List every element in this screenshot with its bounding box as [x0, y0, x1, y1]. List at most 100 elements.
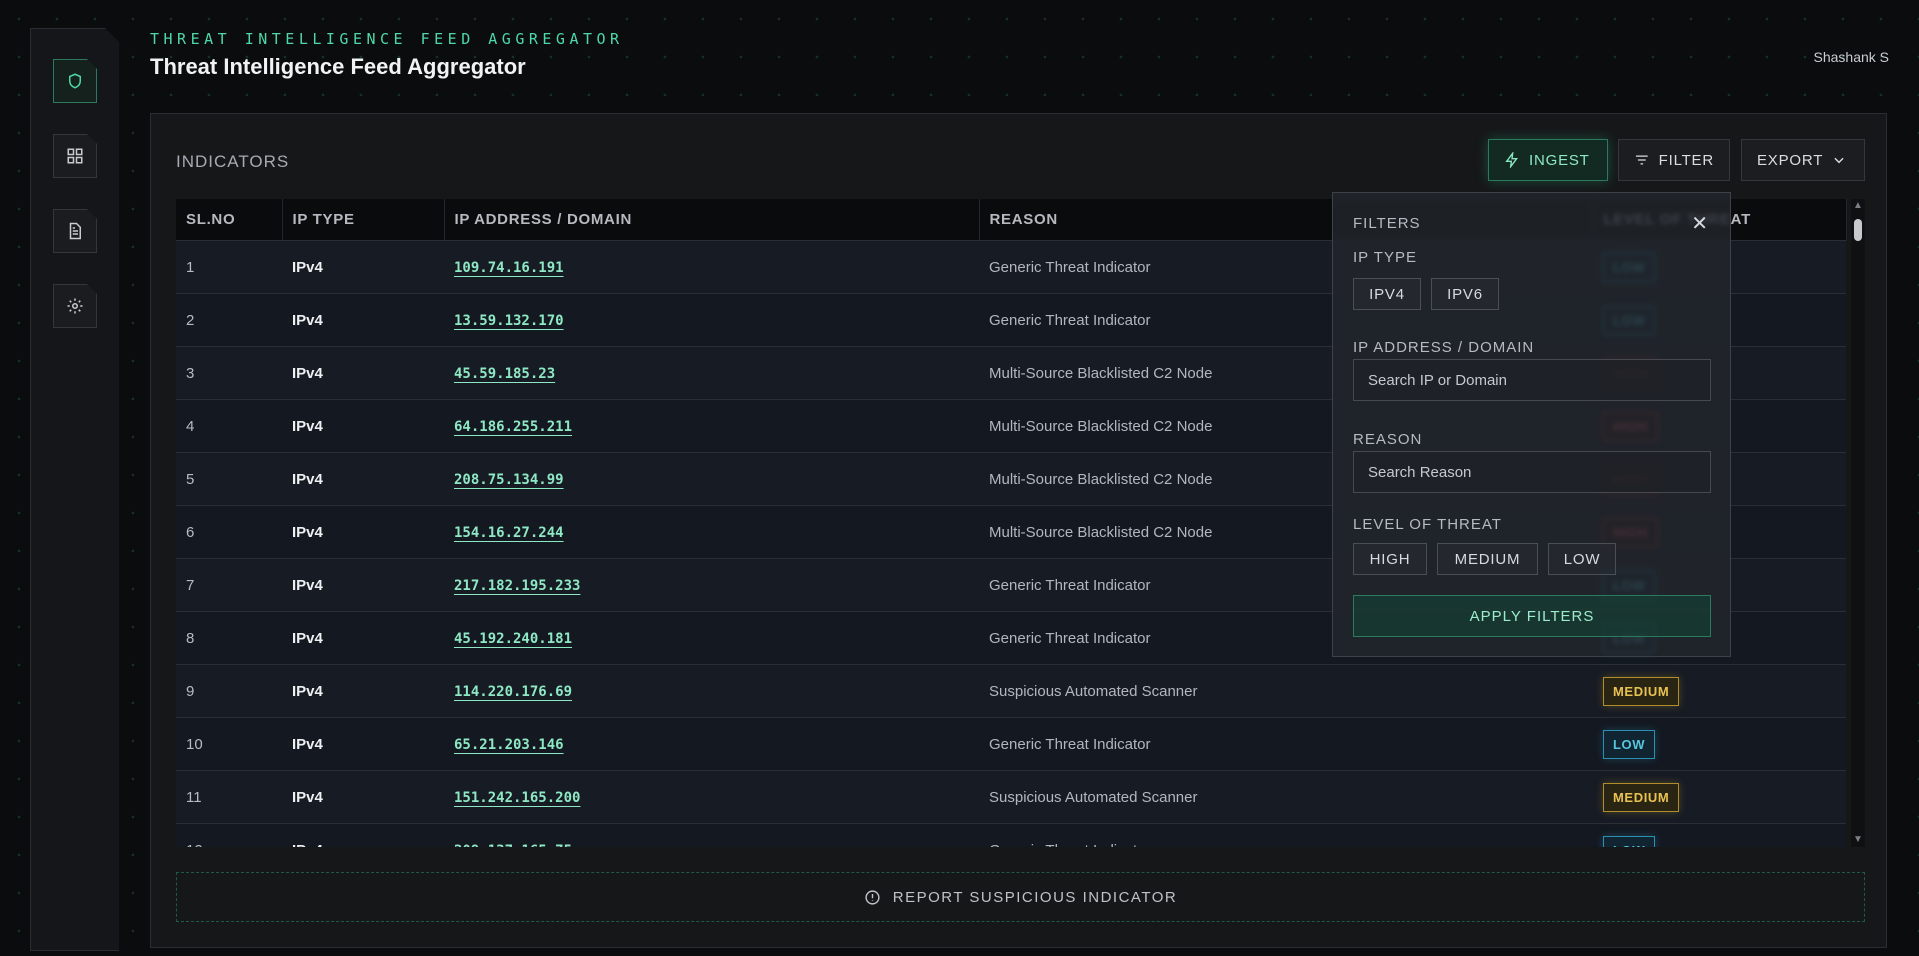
cell-reason: Suspicious Automated Scanner [979, 770, 1593, 824]
scroll-down-arrow-icon[interactable]: ▼ [1852, 833, 1864, 847]
cell-ip-type: IPv4 [282, 399, 444, 453]
chevron-down-icon [1834, 157, 1844, 164]
cell-ip: 151.242.165.200 [444, 770, 979, 824]
column-header-ip-address[interactable]: IP ADDRESS / DOMAIN [444, 199, 980, 241]
ingest-button[interactable]: INGEST [1488, 139, 1608, 181]
filter-button[interactable]: FILTER [1618, 139, 1730, 181]
cell-ip-type: IPv4 [282, 505, 444, 559]
threat-level-badge: MEDIUM [1603, 782, 1680, 812]
cell-ip-type: IPv4 [282, 823, 444, 847]
cell-ip-type: IPv4 [282, 717, 444, 771]
filter-chip-ipv6[interactable]: IPV6 [1431, 278, 1499, 310]
cell-ip: 154.16.27.244 [444, 505, 979, 559]
sidebar-item-shield[interactable] [53, 59, 97, 103]
cell-ip-type: IPv4 [282, 611, 444, 665]
filter-chip-low[interactable]: LOW [1548, 543, 1616, 575]
ip-address-link[interactable]: 65.21.203.146 [454, 737, 564, 753]
gear-icon [67, 298, 83, 314]
cell-ip: 45.192.240.181 [444, 611, 979, 665]
document-icon [69, 222, 81, 240]
cell-ip: 109.74.16.191 [444, 240, 979, 294]
ip-address-link[interactable]: 64.186.255.211 [454, 419, 572, 435]
filter-ip-label: IP ADDRESS / DOMAIN [1353, 339, 1535, 356]
cell-slno: 2 [176, 293, 282, 347]
sidebar [30, 28, 119, 951]
table-row[interactable]: 11 IPv4 151.242.165.200 Suspicious Automate… [176, 770, 1846, 824]
export-label: EXPORT [1757, 151, 1824, 169]
shield-icon [69, 73, 81, 89]
cell-ip-type: IPv4 [282, 558, 444, 612]
threat-level-badge: LOW [1603, 729, 1656, 759]
user-name[interactable]: Shashank S [1814, 49, 1890, 65]
filters-title: FILTERS [1353, 215, 1421, 232]
panel-title: INDICATORS [176, 152, 290, 171]
close-icon[interactable]: ✕ [1691, 211, 1708, 236]
ip-address-link[interactable]: 45.192.240.181 [454, 631, 572, 647]
cell-ip: 45.59.185.23 [444, 346, 979, 400]
cell-slno: 10 [176, 717, 282, 771]
ip-address-link[interactable]: 109.74.16.191 [454, 260, 564, 276]
cell-slno: 3 [176, 346, 282, 400]
reason-search-input[interactable] [1353, 451, 1711, 493]
cell-slno: 5 [176, 452, 282, 506]
cell-slno: 8 [176, 611, 282, 665]
cell-threat-level: MEDIUM [1593, 770, 1846, 824]
cell-reason: Generic Threat Indicator [979, 717, 1593, 771]
ip-address-link[interactable]: 154.16.27.244 [454, 525, 564, 541]
cell-reason: Suspicious Automated Scanner [979, 664, 1593, 718]
cell-ip: 208.75.134.99 [444, 452, 979, 506]
sidebar-item-reports[interactable] [53, 209, 97, 253]
cell-ip-type: IPv4 [282, 664, 444, 718]
cell-ip: 64.186.255.211 [444, 399, 979, 453]
cell-ip: 217.182.195.233 [444, 558, 979, 612]
table-row[interactable]: 10 IPv4 65.21.203.146 Generic Threat Indica… [176, 717, 1846, 771]
ip-address-link[interactable]: 45.59.185.23 [454, 366, 555, 382]
ip-address-link[interactable]: 13.59.132.170 [454, 313, 564, 329]
report-label: REPORT SUSPICIOUS INDICATOR [892, 888, 1178, 906]
sidebar-item-settings[interactable] [53, 284, 97, 328]
cell-ip-type: IPv4 [282, 770, 444, 824]
ip-address-link[interactable]: 208.75.134.99 [454, 472, 564, 488]
filter-ip-type-label: IP TYPE [1353, 249, 1417, 266]
grid-icon [67, 148, 83, 164]
cell-ip: 13.59.132.170 [444, 293, 979, 347]
cell-slno: 9 [176, 664, 282, 718]
cell-ip-type: IPv4 [282, 240, 444, 294]
scroll-up-arrow-icon[interactable]: ▲ [1852, 199, 1864, 213]
alert-circle-icon [865, 889, 880, 905]
cell-slno: 12 [176, 823, 282, 847]
cell-ip-type: IPv4 [282, 346, 444, 400]
scrollbar-thumb[interactable] [1854, 219, 1862, 241]
ip-address-link[interactable]: 151.242.165.200 [454, 790, 580, 806]
filter-icon [1635, 155, 1648, 165]
filter-chip-high[interactable]: HIGH [1353, 543, 1427, 575]
table-scrollbar[interactable]: ▲ ▼ [1851, 199, 1865, 847]
cell-ip: 114.220.176.69 [444, 664, 979, 718]
cell-slno: 4 [176, 399, 282, 453]
ip-address-link[interactable]: 209.137.165.75 [454, 843, 572, 848]
app-kicker: THREAT INTELLIGENCE FEED AGGREGATOR [150, 30, 624, 48]
cell-ip-type: IPv4 [282, 452, 444, 506]
export-button[interactable]: EXPORT [1741, 139, 1865, 181]
ingest-label: INGEST [1529, 151, 1590, 169]
sidebar-item-dashboard[interactable] [53, 134, 97, 178]
cell-slno: 11 [176, 770, 282, 824]
report-suspicious-button[interactable]: REPORT SUSPICIOUS INDICATOR [176, 872, 1865, 922]
table-row[interactable]: 9 IPv4 114.220.176.69 Suspicious Automated … [176, 664, 1846, 718]
column-header-ip-type[interactable]: IP TYPE [282, 199, 445, 241]
filter-chip-ipv4[interactable]: IPV4 [1353, 278, 1421, 310]
threat-level-badge: LOW [1603, 835, 1656, 847]
ip-address-link[interactable]: 114.220.176.69 [454, 684, 572, 700]
cell-ip-type: IPv4 [282, 293, 444, 347]
filter-chip-medium[interactable]: MEDIUM [1437, 543, 1538, 575]
cell-threat-level: MEDIUM [1593, 664, 1846, 718]
ip-address-link[interactable]: 217.182.195.233 [454, 578, 580, 594]
lightning-icon [1505, 152, 1518, 168]
table-row[interactable]: 12IPv4 209.137.165.75 Generic Threat Indic… [176, 823, 1846, 848]
cell-slno: 6 [176, 505, 282, 559]
cell-reason: Generic Threat Indicator [979, 823, 1593, 847]
cell-slno: 7 [176, 558, 282, 612]
column-header-slno[interactable]: SL.NO [176, 199, 283, 241]
apply-filters-button[interactable]: APPLY FILTERS [1353, 595, 1711, 637]
ip-search-input[interactable] [1353, 359, 1711, 401]
